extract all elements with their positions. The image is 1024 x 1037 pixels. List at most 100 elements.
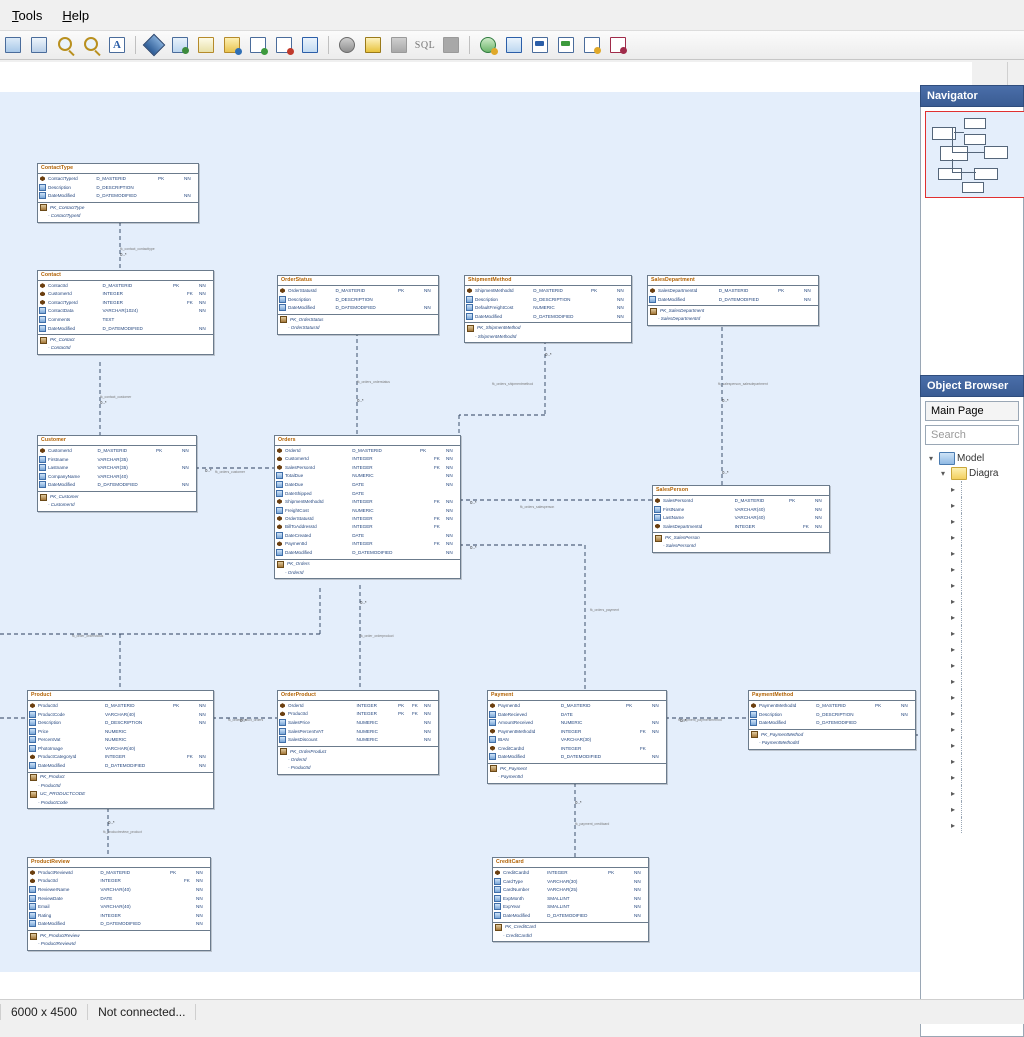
tree-node[interactable]: ▸ bbox=[925, 673, 1019, 689]
key-row[interactable]: PK_Payment bbox=[488, 765, 666, 773]
column-row[interactable]: Firstname VARCHAR(35) bbox=[38, 455, 196, 465]
chevron-right-icon[interactable]: ▸ bbox=[951, 485, 961, 494]
entity-payment[interactable]: Payment PaymentId D_MASTERID PK NN DateReciev… bbox=[487, 690, 667, 784]
entity-creditcard[interactable]: CreditCard CreditCardId INTEGER PK NN CardTyp… bbox=[492, 857, 649, 943]
column-row[interactable]: Description D_DESCRIPTION bbox=[38, 183, 198, 193]
column-row[interactable]: DateModified D_DATEMODIFIED NN bbox=[28, 761, 213, 771]
column-row[interactable]: BillToAddressId INTEGER FK bbox=[275, 524, 460, 532]
column-row[interactable]: IBAN VARCHAR(30) bbox=[488, 736, 666, 745]
column-row[interactable]: Description D_DESCRIPTION bbox=[278, 295, 438, 305]
column-row[interactable]: ProductCode VARCHAR(40) NN bbox=[28, 710, 213, 720]
column-row[interactable]: OrderStatusId D_MASTERID PK NN bbox=[278, 287, 438, 295]
tree-node[interactable]: ▸ bbox=[925, 513, 1019, 529]
column-row[interactable]: DateModified D_DATEMODIFIED NN bbox=[488, 753, 666, 762]
entity-orderstatus[interactable]: OrderStatus OrderStatusId D_MASTERID PK NN De… bbox=[277, 275, 439, 335]
column-row[interactable]: OrderStatusId INTEGER FK NN bbox=[275, 515, 460, 523]
column-row[interactable]: TotalDue NUMERIC NN bbox=[275, 472, 460, 481]
validate-model-icon[interactable] bbox=[222, 35, 242, 55]
key-row[interactable]: PK_ProductReview bbox=[28, 932, 210, 940]
chevron-right-icon[interactable]: ▸ bbox=[951, 661, 961, 670]
column-row[interactable]: DateCreated DATE NN bbox=[275, 531, 460, 541]
reverse-engineer-icon[interactable] bbox=[556, 35, 576, 55]
entity-salesdepartment[interactable]: SalesDepartment SalesDepartmentId D_MASTER… bbox=[647, 275, 819, 326]
column-row[interactable]: ContactTypeId INTEGER FK NN bbox=[38, 299, 213, 307]
tree-node[interactable]: ▸ bbox=[925, 769, 1019, 785]
font-settings-icon[interactable]: A bbox=[107, 35, 127, 55]
diagram-canvas[interactable]: ContactType ContactTypeId D_MASTERID PK NN De… bbox=[0, 92, 955, 972]
chevron-right-icon[interactable]: ▸ bbox=[951, 549, 961, 558]
key-row[interactable]: PK_PaymentMethod bbox=[749, 731, 915, 739]
chevron-right-icon[interactable]: ▸ bbox=[951, 613, 961, 622]
tree-node[interactable]: ▸ bbox=[925, 785, 1019, 801]
column-row[interactable]: Description D_DESCRIPTION NN bbox=[465, 295, 631, 305]
object-search-input[interactable]: Search bbox=[925, 425, 1019, 445]
forward-engineer-icon[interactable] bbox=[530, 35, 550, 55]
save-diagram-icon[interactable] bbox=[3, 35, 23, 55]
main-page-tab[interactable]: Main Page bbox=[925, 401, 1019, 421]
chevron-right-icon[interactable]: ▸ bbox=[951, 677, 961, 686]
tree-node[interactable]: ▸ bbox=[925, 689, 1019, 705]
column-row[interactable]: DateModified D_DATEMODIFIED NN bbox=[278, 304, 438, 313]
navigator-body[interactable] bbox=[920, 107, 1024, 397]
column-row[interactable]: ProductId INTEGER FK NN bbox=[28, 878, 210, 886]
export-diagram-icon[interactable] bbox=[608, 35, 628, 55]
column-row[interactable]: CardType VARCHAR(30) NN bbox=[493, 877, 648, 887]
chevron-right-icon[interactable]: ▸ bbox=[951, 821, 961, 830]
column-row[interactable]: CompanyName VARCHAR(40) bbox=[38, 472, 196, 482]
report-document-icon[interactable] bbox=[582, 35, 602, 55]
key-row[interactable]: PK_Product bbox=[28, 774, 213, 782]
column-row[interactable]: PaymentId INTEGER FK NN bbox=[275, 541, 460, 549]
column-row[interactable]: AmountReceived NUMERIC NN bbox=[488, 719, 666, 728]
column-row[interactable]: DateModified D_DATEMODIFIED NN bbox=[493, 911, 648, 921]
tree-node[interactable]: ▸ bbox=[925, 609, 1019, 625]
key-row[interactable]: PK_SalesPerson bbox=[653, 534, 829, 542]
column-row[interactable]: ReviewerName VARCHAR(40) NN bbox=[28, 885, 210, 895]
column-row[interactable]: PaymentId D_MASTERID PK NN bbox=[488, 702, 666, 710]
tree-node[interactable]: ▸ bbox=[925, 577, 1019, 593]
column-row[interactable]: OrderId INTEGER PK FK NN bbox=[278, 702, 438, 710]
tree-node[interactable]: ▸ bbox=[925, 497, 1019, 513]
entity-paymentmethod[interactable]: PaymentMethod PaymentMethodId D_MASTERID PK… bbox=[748, 690, 916, 750]
tree-node-model[interactable]: ▾ Model bbox=[925, 451, 1019, 466]
column-row[interactable]: PhotoImage VARCHAR(40) bbox=[28, 744, 213, 754]
tree-node[interactable]: ▸ bbox=[925, 801, 1019, 817]
key-row[interactable]: UC_PRODUCTCODE bbox=[28, 790, 213, 799]
generate-model-icon[interactable] bbox=[478, 35, 498, 55]
column-row[interactable]: DateModified D_DATEMODIFIED NN bbox=[28, 920, 210, 929]
tree-node[interactable]: ▸ bbox=[925, 481, 1019, 497]
column-row[interactable]: DateModified D_DATEMODIFIED NN bbox=[38, 324, 213, 334]
chevron-right-icon[interactable]: ▸ bbox=[951, 773, 961, 782]
chevron-right-icon[interactable]: ▸ bbox=[951, 517, 961, 526]
column-row[interactable]: SalesPrice NUMERIC NN bbox=[278, 718, 438, 728]
chevron-right-icon[interactable]: ▸ bbox=[951, 501, 961, 510]
column-row[interactable]: Lastname VARCHAR(35) NN bbox=[38, 464, 196, 473]
chevron-right-icon[interactable]: ▸ bbox=[951, 725, 961, 734]
tree-node[interactable]: ▸ bbox=[925, 657, 1019, 673]
column-row[interactable]: ProductId INTEGER PK FK NN bbox=[278, 711, 438, 719]
column-row[interactable]: PaymentMethodId D_MASTERID PK NN bbox=[749, 702, 915, 710]
check-ok-icon[interactable] bbox=[248, 35, 268, 55]
tree-node[interactable]: ▸ bbox=[925, 545, 1019, 561]
entity-contact[interactable]: Contact ContactId D_MASTERID PK NN CustomerId… bbox=[37, 270, 214, 355]
entity-contacttype[interactable]: ContactType ContactTypeId D_MASTERID PK NN De… bbox=[37, 163, 199, 223]
tree-node[interactable]: ▸ bbox=[925, 561, 1019, 577]
chevron-down-icon[interactable]: ▾ bbox=[941, 469, 951, 478]
column-row[interactable]: ShipmentMethodId INTEGER FK NN bbox=[275, 498, 460, 506]
chevron-right-icon[interactable]: ▸ bbox=[951, 757, 961, 766]
tree-node[interactable]: ▸ bbox=[925, 625, 1019, 641]
chevron-down-icon[interactable]: ▾ bbox=[929, 454, 939, 463]
chevron-right-icon[interactable]: ▸ bbox=[951, 709, 961, 718]
new-entity-icon[interactable] bbox=[142, 33, 166, 57]
column-row[interactable]: DateRecieved DATE bbox=[488, 710, 666, 720]
zoom-in-icon[interactable] bbox=[55, 35, 75, 55]
column-row[interactable]: ProductCategoryId INTEGER FK NN bbox=[28, 754, 213, 762]
execute-script-icon[interactable] bbox=[363, 35, 383, 55]
column-row[interactable]: DateModified D_DATEMODIFIED NN bbox=[38, 192, 198, 201]
tree-node[interactable]: ▸ bbox=[925, 593, 1019, 609]
column-row[interactable]: DateModified D_DATEMODIFIED NN bbox=[38, 481, 196, 490]
column-row[interactable]: DateModified D_DATEMODIFIED bbox=[749, 719, 915, 728]
column-row[interactable]: ExpMonth SMALLINT NN bbox=[493, 894, 648, 904]
tree-node-diagrams[interactable]: ▾ Diagrams bbox=[925, 466, 1019, 481]
connect-database-icon[interactable] bbox=[337, 35, 357, 55]
entity-customer[interactable]: Customer CustomerId D_MASTERID PK NN Firstnam… bbox=[37, 435, 197, 512]
